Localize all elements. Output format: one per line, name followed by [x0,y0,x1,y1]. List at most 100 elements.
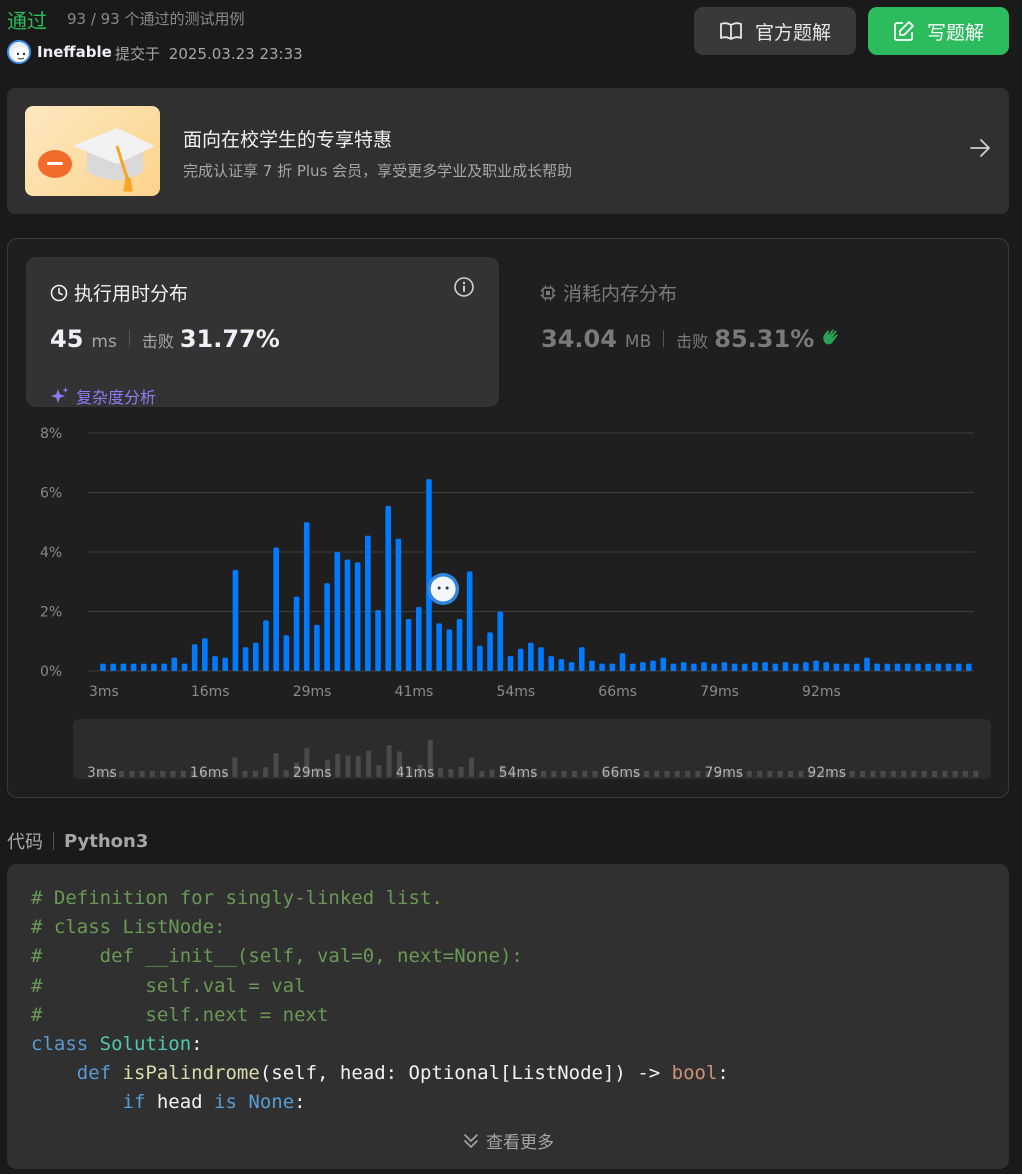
chart-bar[interactable] [140,663,147,671]
chart-bar[interactable] [487,632,493,671]
chart-bar[interactable] [232,569,239,671]
runtime-panel[interactable]: 执行用时分布 45 ms 击败 31.77% 复杂度分析 [26,257,499,407]
chart-bar[interactable] [690,663,697,671]
chart-bar[interactable] [466,571,473,671]
chart-bar[interactable] [446,629,453,671]
chart-bar[interactable] [222,657,229,671]
chart-bar[interactable] [925,663,931,671]
chart-bar[interactable] [731,663,738,671]
chart-bar[interactable] [741,663,748,671]
chart-bar[interactable] [853,663,860,671]
chart-bar[interactable] [833,663,840,671]
chart-bar[interactable] [344,559,351,671]
chart-bar[interactable] [456,618,463,671]
chart-bar[interactable] [782,662,789,671]
chart-bar[interactable] [650,660,656,671]
chart-bar[interactable] [640,662,646,671]
chart-bar[interactable] [202,638,208,671]
chart-bar[interactable] [752,662,758,671]
info-icon[interactable] [453,276,475,298]
mini-overview-chart[interactable]: 3ms 16ms 29ms 41ms 54ms 66ms 79ms 92ms [73,719,991,779]
chart-bar[interactable] [701,662,707,671]
chart-bar[interactable] [171,657,178,671]
chart-bar[interactable] [252,642,259,671]
chart-bar[interactable] [436,623,442,671]
chart-bar[interactable] [477,645,483,671]
chart-bar[interactable] [843,663,850,671]
chart-bar[interactable] [263,620,269,671]
chart-bar[interactable] [558,659,565,671]
avatar[interactable] [7,40,31,64]
chart-bar[interactable] [548,656,554,671]
chart-bar[interactable] [711,663,717,671]
chart-bar[interactable] [100,663,106,671]
chart-bar[interactable] [894,663,901,671]
chart-bar[interactable] [497,611,504,672]
chart-bar[interactable] [324,583,330,671]
chart-bar[interactable] [130,663,137,671]
chart-bar[interactable] [385,505,392,671]
runtime-distribution-chart[interactable]: 0% 2% 4% 6% 8% 3ms 16ms 29ms 41ms 54ms 66ms 79ms 92m… [8,419,1008,699]
chart-bar[interactable] [110,663,116,671]
chart-bar[interactable] [915,663,921,671]
chart-bar[interactable] [904,663,911,671]
chart-bar[interactable] [528,642,534,671]
chart-bar[interactable] [599,663,605,671]
chart-bar[interactable] [721,662,728,671]
chart-bar[interactable] [670,663,677,671]
chart-bar[interactable] [365,535,371,671]
chart-bar[interactable] [660,657,667,671]
chart-bar[interactable] [568,662,575,671]
chart-bar[interactable] [935,663,942,671]
chart-bar[interactable] [864,657,870,671]
show-more-button[interactable]: 查看更多 [7,1128,1009,1153]
chart-bar[interactable] [680,662,687,671]
chart-bar[interactable] [405,618,412,671]
chart-bar[interactable] [629,663,636,671]
memory-title[interactable]: 消耗内存分布 [539,279,677,306]
student-promo-banner[interactable]: 面向在校学生的专享特惠 完成认证享 7 折 Plus 会员，享受更多学业及职业成… [7,88,1009,214]
chart-bar[interactable] [303,522,310,671]
chart-bar[interactable] [354,562,361,671]
chart-bar[interactable] [334,552,341,671]
chart-bar[interactable] [151,663,157,671]
chart-bar[interactable] [293,596,300,671]
chart-bar[interactable] [120,663,127,671]
chart-bar[interactable] [578,647,585,671]
write-solution-button[interactable]: 写题解 [868,7,1009,55]
chart-bar[interactable] [538,647,544,671]
arrow-right-icon[interactable] [969,137,991,159]
code-block[interactable]: # Definition for singly-linked list. # c… [7,864,1009,1169]
chart-bar[interactable] [874,663,880,671]
chart-bar[interactable] [609,663,616,671]
chart-bar[interactable] [884,663,891,671]
chart-bar[interactable] [375,610,381,671]
chart-bar[interactable] [517,648,524,671]
chart-range-slider[interactable]: 3ms 16ms 29ms 41ms 54ms 66ms 79ms 92ms [73,719,991,779]
chart-bar[interactable] [426,479,432,671]
chart-bar[interactable] [589,660,595,671]
chart-bar[interactable] [181,663,188,671]
chart-bar[interactable] [803,662,809,671]
chart-bar[interactable] [415,607,422,671]
chart-bar[interactable] [273,547,279,671]
chart-bar[interactable] [966,663,972,671]
chart-bar[interactable] [792,663,799,671]
official-solution-button[interactable]: 官方题解 [694,7,856,55]
chart-bar[interactable] [212,656,218,671]
chart-bar[interactable] [945,663,952,671]
chart-bar[interactable] [314,624,320,671]
complexity-analysis-link[interactable]: 复杂度分析 [50,384,156,408]
chart-bar[interactable] [619,653,626,671]
chart-bar[interactable] [762,662,768,671]
chart-bar[interactable] [242,647,249,671]
chart-bar[interactable] [395,538,402,671]
chart-bar[interactable] [772,663,779,671]
chart-bar[interactable] [813,660,819,671]
chart-bar[interactable] [507,656,514,671]
chart-bar[interactable] [823,662,830,671]
chart-bar[interactable] [283,635,290,671]
chart-bar[interactable] [191,644,198,671]
user-position-marker[interactable] [427,573,460,605]
chart-bar[interactable] [161,663,167,671]
